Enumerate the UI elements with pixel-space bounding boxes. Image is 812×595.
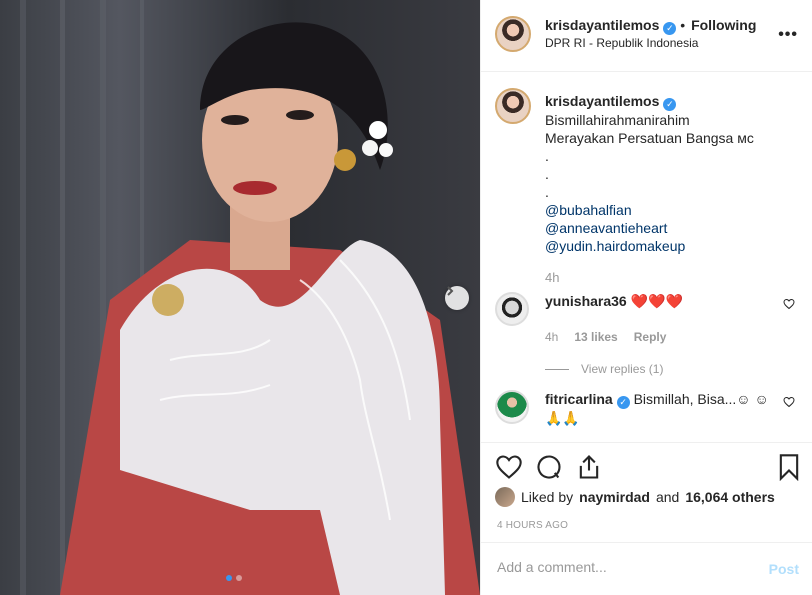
carousel-dot-active bbox=[226, 575, 232, 581]
comments-area[interactable]: krisdayantilemos ✓ Bismillahirahmanirahim… bbox=[481, 72, 812, 442]
more-options-icon[interactable]: ••• bbox=[778, 26, 798, 44]
liked-by-connector: and bbox=[655, 489, 680, 505]
action-bar: Liked by naymirdad and 16,064 others 4 H… bbox=[481, 442, 812, 542]
next-photo-button[interactable] bbox=[445, 286, 469, 310]
bookmark-icon[interactable] bbox=[775, 453, 803, 481]
verified-badge-icon: ✓ bbox=[616, 396, 630, 409]
mention-link[interactable]: @anneavantieheart bbox=[545, 219, 795, 237]
liker-avatar[interactable] bbox=[495, 487, 515, 507]
caption-time: 4h bbox=[545, 270, 560, 285]
divider bbox=[545, 368, 569, 370]
comment-meta: 4h 13 likes Reply bbox=[545, 328, 775, 346]
liked-by-row: Liked by naymirdad and 16,064 others bbox=[495, 487, 775, 507]
post-side-panel: krisdayantilemos ✓ • Following DPR RI - R… bbox=[480, 0, 812, 595]
post-header: krisdayantilemos ✓ • Following DPR RI - R… bbox=[481, 0, 812, 72]
comment-text: ❤️❤️❤️ bbox=[630, 293, 683, 309]
header-username[interactable]: krisdayantilemos bbox=[545, 17, 659, 33]
comment-username[interactable]: yunishara36 bbox=[545, 293, 627, 309]
photo-illustration bbox=[20, 0, 480, 595]
comment-body: fitricarlina ✓ Bismillah, Bisa...☺ ☺ 🙏🙏 bbox=[545, 390, 775, 427]
caption-avatar[interactable] bbox=[495, 88, 531, 124]
mention-link[interactable]: @yudin.hairdomakeup bbox=[545, 237, 795, 255]
view-replies-row[interactable]: View replies (1) bbox=[545, 360, 775, 378]
post-photo bbox=[0, 0, 480, 595]
post-location[interactable]: DPR RI - Republik Indonesia bbox=[545, 36, 698, 50]
share-icon[interactable] bbox=[575, 453, 603, 481]
header-user-row: krisdayantilemos ✓ • Following bbox=[545, 17, 756, 35]
following-button[interactable]: Following bbox=[691, 17, 756, 33]
caption-line: Bismillahirahmanirahim bbox=[545, 112, 690, 128]
view-replies-link[interactable]: View replies (1) bbox=[581, 360, 663, 378]
like-heart-icon[interactable] bbox=[495, 453, 523, 481]
verified-badge-icon: ✓ bbox=[663, 22, 677, 35]
comment-time: 4h bbox=[545, 330, 559, 344]
separator-dot: • bbox=[680, 17, 686, 33]
comment-like-heart-icon[interactable] bbox=[783, 298, 795, 310]
avatar[interactable] bbox=[495, 16, 531, 52]
caption-username[interactable]: krisdayantilemos bbox=[545, 93, 659, 109]
caption-line: Merayakan Persatuan Bangsa ᴍᴄ bbox=[545, 130, 754, 146]
commenter-avatar[interactable] bbox=[495, 390, 529, 424]
liked-by-prefix: Liked by bbox=[521, 489, 574, 505]
liked-by-user[interactable]: naymirdad bbox=[579, 489, 650, 505]
caption-body: krisdayantilemos ✓ Bismillahirahmanirahim… bbox=[545, 92, 795, 287]
mention-link[interactable]: @bubahalfian bbox=[545, 201, 795, 219]
comment-like-heart-icon[interactable] bbox=[783, 396, 795, 408]
liked-by-others[interactable]: 16,064 others bbox=[685, 489, 775, 505]
carousel-dot bbox=[236, 575, 242, 581]
comment-body: yunishara36 ❤️❤️❤️ 4h 13 likes Reply Vie… bbox=[545, 292, 775, 378]
chevron-right-icon bbox=[447, 286, 454, 296]
caption-line: . bbox=[545, 148, 549, 164]
verified-badge-icon: ✓ bbox=[663, 98, 677, 111]
comment-likes[interactable]: 13 likes bbox=[574, 328, 617, 346]
comment-icon[interactable] bbox=[535, 453, 563, 481]
post-timestamp[interactable]: 4 HOURS AGO bbox=[497, 520, 568, 531]
comment-username[interactable]: fitricarlina bbox=[545, 391, 613, 407]
caption-line: . bbox=[545, 166, 549, 182]
add-comment-input[interactable] bbox=[497, 559, 747, 575]
commenter-avatar[interactable] bbox=[495, 292, 529, 326]
reply-button[interactable]: Reply bbox=[634, 328, 667, 346]
add-comment-bar: Post bbox=[481, 542, 812, 595]
post-comment-button[interactable]: Post bbox=[769, 561, 799, 577]
caption-line: . bbox=[545, 184, 549, 200]
carousel-dots bbox=[226, 575, 242, 581]
